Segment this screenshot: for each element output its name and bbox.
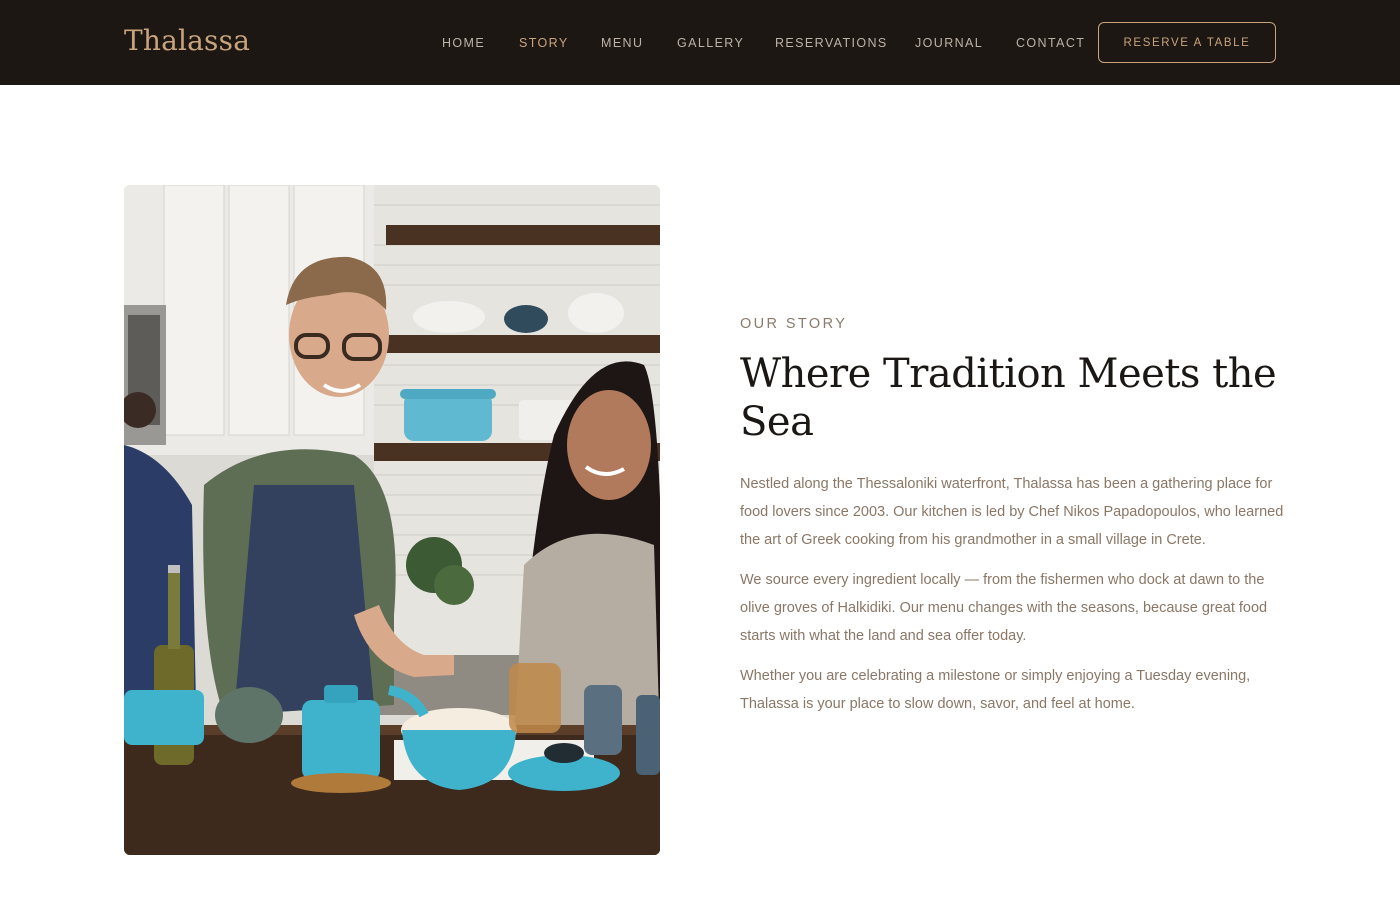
site-header: Thalassa HOME STORY MENU GALLERY RESERVA… bbox=[0, 0, 1400, 85]
reserve-table-button[interactable]: RESERVE A TABLE bbox=[1098, 22, 1276, 63]
story-paragraph: We source every ingredient locally — fro… bbox=[740, 572, 1268, 644]
story-paragraph: Whether you are celebrating a milestone … bbox=[740, 668, 1251, 712]
story-eyebrow: OUR STORY bbox=[740, 316, 848, 332]
nav-home[interactable]: HOME bbox=[442, 36, 485, 50]
nav-story[interactable]: STORY bbox=[519, 36, 569, 50]
nav-reservations[interactable]: RESERVATIONS bbox=[775, 36, 888, 50]
story-paragraph: Nestled along the Thessaloniki waterfron… bbox=[740, 476, 1284, 548]
nav-journal[interactable]: JOURNAL bbox=[915, 36, 983, 50]
story-heading: Where Tradition Meets the Sea bbox=[740, 351, 1277, 445]
nav-contact[interactable]: CONTACT bbox=[1016, 36, 1085, 50]
kitchen-photo bbox=[124, 185, 660, 855]
nav-menu[interactable]: MENU bbox=[601, 36, 643, 50]
nav-gallery[interactable]: GALLERY bbox=[677, 36, 744, 50]
